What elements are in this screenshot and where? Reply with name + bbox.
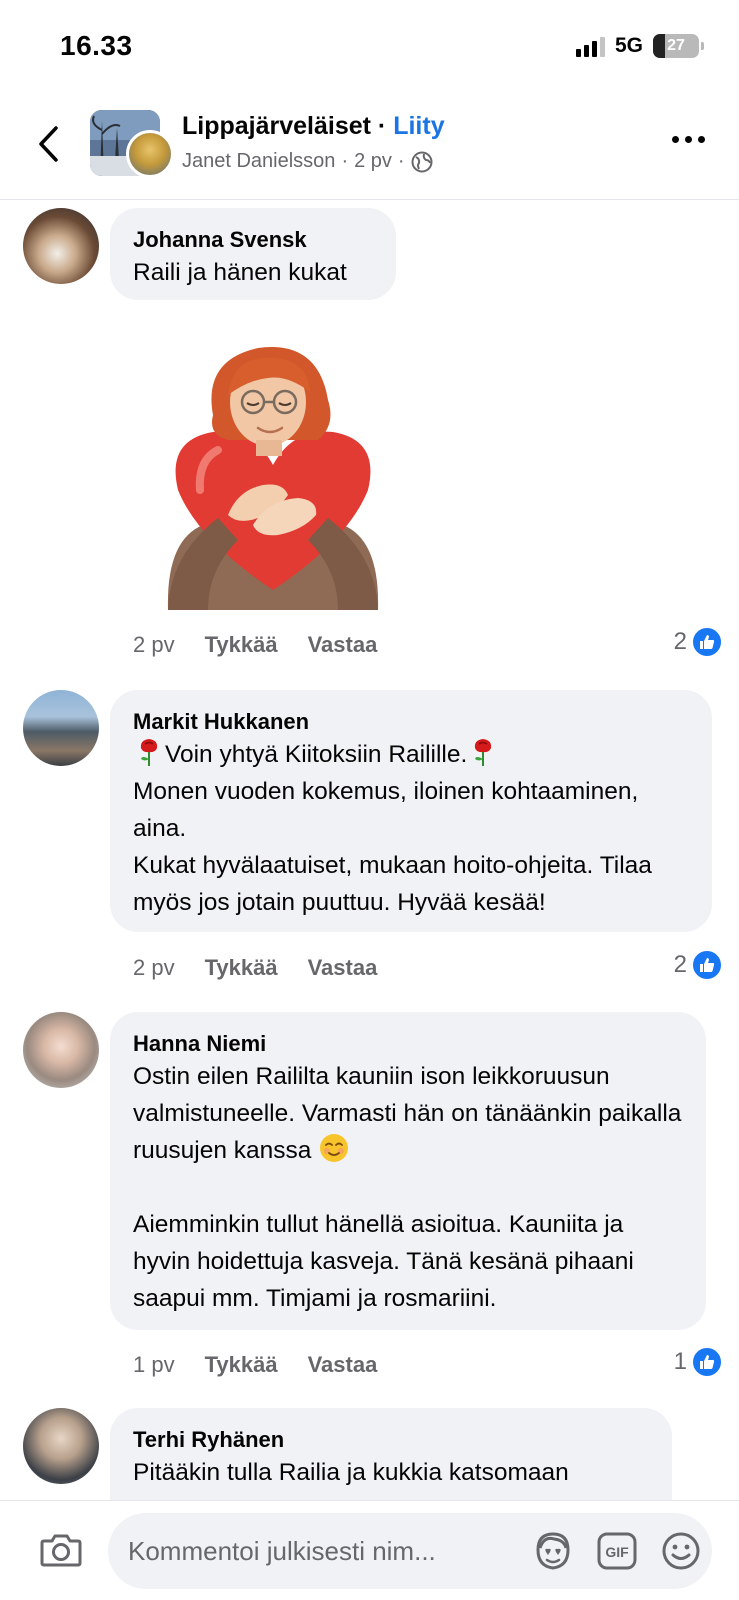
comment-text-inline: Voin yhtyä Kiitoksiin Railille. bbox=[165, 741, 468, 768]
comment-text-line: Voin yhtyä Kiitoksiin Railille. bbox=[133, 736, 690, 773]
avatar-sticker-icon bbox=[536, 1532, 570, 1570]
more-options-button[interactable] bbox=[672, 136, 705, 143]
composer-icons: GIF bbox=[531, 1529, 703, 1573]
avatar-sticker-image bbox=[167, 347, 379, 610]
comment-actions: 1 pv Tykkää Vastaa bbox=[133, 1352, 377, 1378]
like-button[interactable]: Tykkää bbox=[205, 955, 278, 981]
comment-author[interactable]: Terhi Ryhänen bbox=[133, 1426, 650, 1454]
reaction-count: 2 bbox=[673, 951, 687, 978]
comment-text: Pitääkin tulla Railia ja kukkia katsomaa… bbox=[133, 1459, 569, 1486]
back-button[interactable] bbox=[30, 122, 66, 166]
avatar[interactable] bbox=[23, 208, 99, 284]
rose-emoji-icon bbox=[475, 739, 492, 766]
comment-bubble[interactable]: Hanna Niemi Ostin eilen Raililta kauniin… bbox=[110, 1012, 706, 1330]
smiling-emoji-icon bbox=[320, 1134, 349, 1162]
avatar[interactable] bbox=[23, 1408, 99, 1484]
reaction-count: 2 bbox=[673, 628, 687, 655]
reaction-summary[interactable]: 2 bbox=[674, 626, 723, 658]
group-name[interactable]: Lippajärveläiset bbox=[182, 112, 371, 140]
comment-text-inline: Ostin eilen Raililta kauniin ison leikko… bbox=[133, 1063, 689, 1164]
meta-separator: · bbox=[397, 150, 405, 172]
emoji-icon bbox=[662, 1532, 700, 1570]
reaction-summary[interactable]: 2 bbox=[674, 949, 723, 981]
poster-avatar[interactable] bbox=[126, 130, 174, 178]
join-button[interactable]: Liity bbox=[393, 112, 444, 140]
avatar[interactable] bbox=[23, 690, 99, 766]
comment-composer: GIF bbox=[0, 1500, 739, 1600]
reaction-summary[interactable]: 1 bbox=[674, 1346, 723, 1378]
post-meta: Janet Danielsson · 2 pv · bbox=[182, 150, 433, 173]
status-bar: 16.33 5G 27 bbox=[0, 0, 739, 92]
like-button[interactable]: Tykkää bbox=[205, 632, 278, 658]
like-button[interactable]: Tykkää bbox=[205, 1352, 278, 1378]
reply-button[interactable]: Vastaa bbox=[308, 955, 378, 981]
comment-bubble[interactable]: Terhi Ryhänen Pitääkin tulla Railia ja k… bbox=[110, 1408, 672, 1500]
reply-button[interactable]: Vastaa bbox=[308, 632, 378, 658]
comment-text: Aiemminkin tullut hänellä asioitua. Kaun… bbox=[133, 1211, 641, 1312]
like-thumb-icon bbox=[691, 626, 723, 658]
battery-level: 27 bbox=[667, 37, 685, 54]
comment-age: 2 pv bbox=[133, 955, 175, 980]
meta-separator: · bbox=[341, 150, 349, 172]
battery-icon: 27 bbox=[653, 34, 704, 58]
gif-icon: GIF bbox=[597, 1532, 637, 1570]
comment-text: Monen vuoden kokemus, iloinen kohtaamine… bbox=[133, 778, 652, 916]
svg-text:GIF: GIF bbox=[605, 1544, 629, 1560]
group-title[interactable]: Lippajärveläiset · Liity bbox=[182, 112, 445, 141]
comments-list: Johanna Svensk Raili ja hänen kukat 2 pv… bbox=[0, 200, 739, 1500]
comment-text: Raili ja hänen kukat bbox=[133, 259, 347, 286]
gif-button[interactable]: GIF bbox=[595, 1529, 639, 1573]
post-header: Lippajärveläiset · Liity Janet Danielsso… bbox=[0, 92, 739, 200]
more-dots-icon bbox=[672, 136, 679, 143]
comment-author[interactable]: Hanna Niemi bbox=[133, 1030, 684, 1058]
title-separator: · bbox=[370, 112, 394, 140]
status-indicators: 5G 27 bbox=[575, 34, 704, 58]
comment-author[interactable]: Johanna Svensk bbox=[133, 226, 374, 254]
like-thumb-icon bbox=[691, 949, 723, 981]
post-age: 2 pv bbox=[354, 150, 392, 172]
avatar-sticker-button[interactable] bbox=[531, 1529, 575, 1573]
rose-emoji-icon bbox=[140, 739, 158, 766]
comment-age: 1 pv bbox=[133, 1352, 175, 1377]
camera-button[interactable] bbox=[38, 1527, 84, 1573]
emoji-button[interactable] bbox=[659, 1529, 703, 1573]
avatar[interactable] bbox=[23, 1012, 99, 1088]
globe-icon bbox=[411, 151, 433, 172]
status-time: 16.33 bbox=[60, 30, 133, 61]
comment-actions: 2 pv Tykkää Vastaa bbox=[133, 632, 377, 658]
reaction-count: 1 bbox=[673, 1348, 687, 1375]
comment-author[interactable]: Markit Hukkanen bbox=[133, 708, 690, 736]
comment-actions: 2 pv Tykkää Vastaa bbox=[133, 955, 377, 981]
like-thumb-icon bbox=[691, 1346, 723, 1378]
network-label: 5G bbox=[614, 34, 643, 57]
comment-bubble[interactable]: Markit Hukkanen Voin yhtyä Kiitoksiin Ra… bbox=[110, 690, 712, 932]
comment-bubble[interactable]: Johanna Svensk Raili ja hänen kukat bbox=[110, 208, 396, 300]
poster-name[interactable]: Janet Danielsson bbox=[182, 150, 335, 173]
comment-text-line: Ostin eilen Raililta kauniin ison leikko… bbox=[133, 1058, 684, 1169]
signal-icon bbox=[575, 35, 605, 57]
camera-icon bbox=[40, 1534, 82, 1567]
reply-button[interactable]: Vastaa bbox=[308, 1352, 378, 1378]
comment-age: 2 pv bbox=[133, 632, 175, 657]
chevron-left-icon bbox=[39, 126, 58, 162]
